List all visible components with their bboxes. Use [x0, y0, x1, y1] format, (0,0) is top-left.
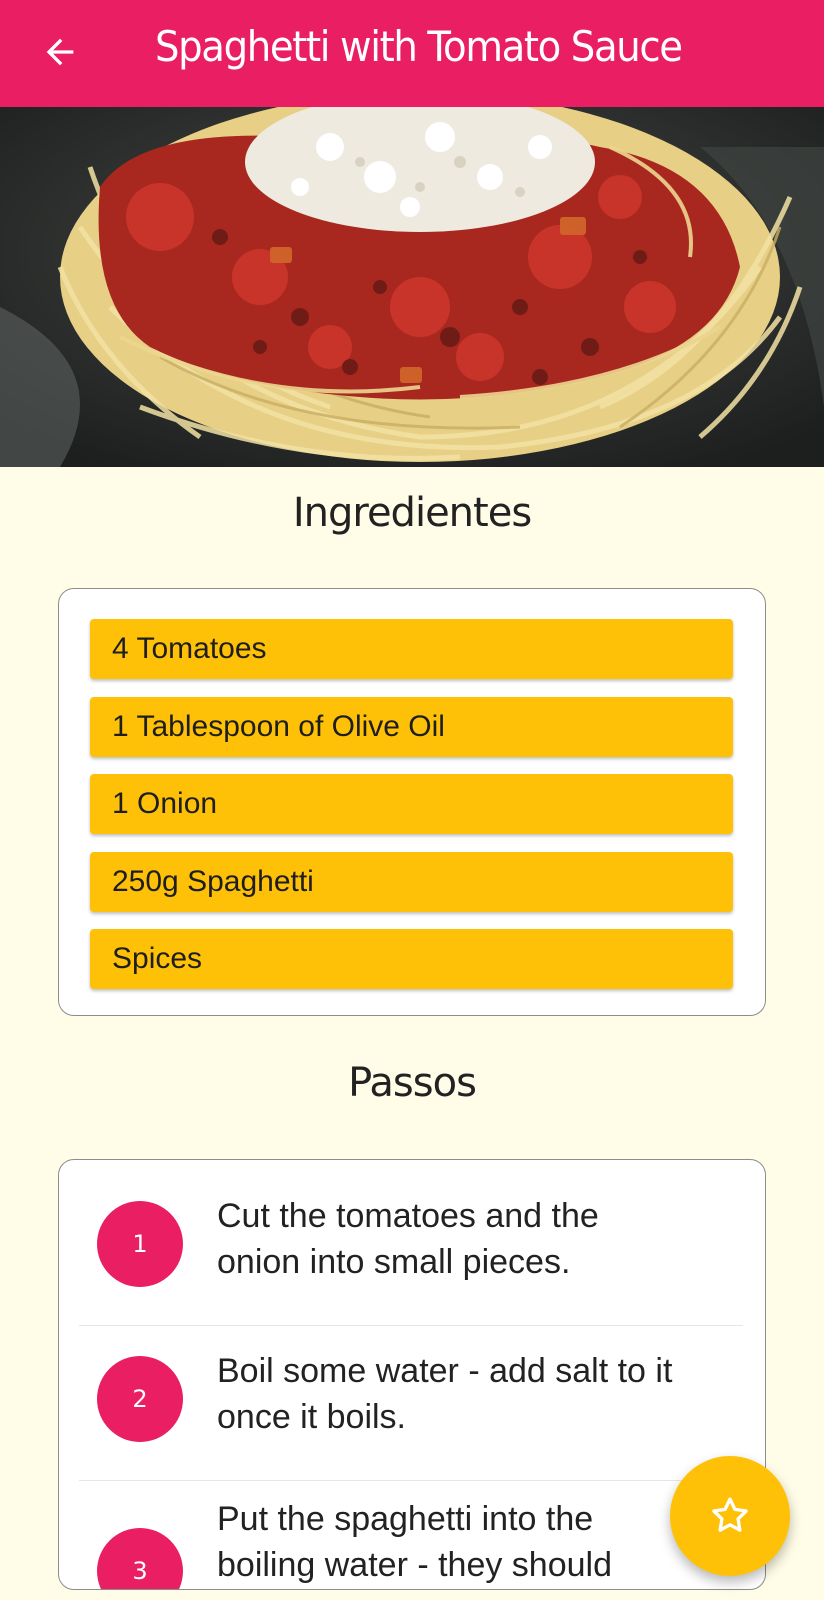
favorite-button[interactable] [670, 1456, 790, 1576]
ingredients-heading: Ingredientes [292, 490, 532, 536]
step-text: Boil some water - add salt to it once it… [217, 1352, 673, 1436]
star-outline-icon [712, 1497, 748, 1532]
ingredients-card: 4 Tomatoes 1 Tablespoon of Olive Oil 1 O… [58, 588, 766, 1016]
page-title: Spaghetti with Tomato Sauce [155, 22, 683, 71]
divider [79, 1325, 743, 1326]
step-text: Put the spaghetti into the boiling water… [217, 1500, 613, 1584]
steps-heading: Passos [348, 1060, 477, 1106]
steps-card: 1 Cut the tomatoes and the onion into sm… [58, 1159, 766, 1590]
ingredient-item[interactable]: Spices [90, 929, 733, 989]
ingredient-item[interactable]: 1 Onion [90, 774, 733, 834]
ingredient-item[interactable]: 4 Tomatoes [90, 619, 733, 679]
arrow-left-icon [46, 38, 74, 66]
back-button[interactable] [36, 28, 84, 76]
recipe-image [0, 107, 824, 467]
app-bar: Spaghetti with Tomato Sauce [0, 0, 824, 107]
ingredients-list: 4 Tomatoes 1 Tablespoon of Olive Oil 1 O… [90, 619, 733, 1007]
ingredient-item[interactable]: 1 Tablespoon of Olive Oil [90, 696, 733, 757]
step-text: Cut the tomatoes and the onion into smal… [217, 1197, 599, 1281]
divider [79, 1480, 743, 1481]
step-number-badge: 3 [97, 1528, 183, 1589]
ingredient-item[interactable]: 250g Spaghetti [90, 851, 733, 912]
step-number-badge: 1 [97, 1201, 183, 1287]
step-number-badge: 2 [97, 1356, 183, 1442]
